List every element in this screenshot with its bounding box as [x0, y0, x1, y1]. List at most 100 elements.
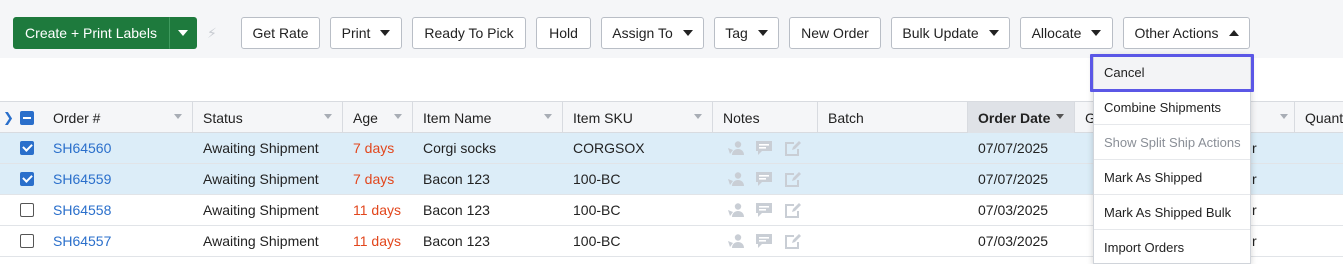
sort-caret-icon: [394, 114, 402, 119]
item-sku-cell: CORGSOX: [573, 140, 645, 156]
order-date-cell: 07/03/2025: [978, 233, 1049, 249]
assign-to-button[interactable]: Assign To: [601, 17, 704, 49]
column-header-order-date[interactable]: Order Date: [968, 102, 1075, 133]
other-actions-label: Other Actions: [1134, 25, 1219, 41]
order-number-link[interactable]: SH64560: [43, 133, 193, 163]
edit-note-icon[interactable]: [783, 233, 801, 249]
column-header-status[interactable]: Status: [193, 102, 343, 133]
customer-note-icon[interactable]: [727, 140, 745, 156]
select-all-cell: [12, 102, 43, 133]
column-label: Age: [353, 109, 378, 126]
toolbar: Create + Print Labels ⚡ Get Rate Print R…: [0, 0, 1343, 58]
row-checkbox[interactable]: [20, 172, 34, 186]
chevron-down-icon: [380, 30, 391, 36]
menu-item-label: Mark As Shipped Bulk: [1104, 204, 1232, 220]
tag-button[interactable]: Tag: [714, 17, 779, 49]
truncated-cell: r: [1252, 171, 1257, 187]
sort-desc-icon: [1056, 114, 1064, 119]
edit-note-icon[interactable]: [783, 171, 801, 187]
notes-icons: [727, 140, 801, 156]
item-name-cell: Corgi socks: [423, 140, 497, 156]
column-header-order[interactable]: Order #: [43, 102, 193, 133]
menu-item-mark-as-shipped[interactable]: Mark As Shipped: [1094, 160, 1250, 195]
column-label: Item Name: [423, 109, 492, 126]
row-checkbox[interactable]: [20, 141, 34, 155]
print-button[interactable]: Print: [330, 17, 402, 49]
new-order-button[interactable]: New Order: [789, 17, 881, 49]
sort-caret-icon: [324, 114, 332, 119]
get-rate-button[interactable]: Get Rate: [241, 17, 320, 49]
other-actions-button[interactable]: Other Actions: [1123, 17, 1250, 49]
internal-note-icon[interactable]: [755, 233, 773, 249]
item-sku-cell: 100-BC: [573, 233, 621, 249]
truncated-cell: r: [1252, 233, 1257, 249]
order-number-link[interactable]: SH64558: [43, 195, 193, 225]
ready-to-pick-button[interactable]: Ready To Pick: [412, 17, 526, 49]
row-select-cell: [12, 226, 43, 256]
menu-item-cancel[interactable]: Cancel: [1094, 55, 1250, 90]
ready-to-pick-label: Ready To Pick: [424, 25, 514, 41]
customer-note-icon[interactable]: [727, 202, 745, 218]
column-header-quantity[interactable]: Quant: [1295, 102, 1343, 133]
column-header-item-sku[interactable]: Item SKU: [563, 102, 713, 133]
column-header-age[interactable]: Age: [343, 102, 413, 133]
age-cell: 7 days: [353, 171, 395, 187]
customer-note-icon[interactable]: [727, 171, 745, 187]
notes-cell: [713, 195, 818, 225]
column-label: Quant: [1305, 109, 1343, 126]
order-date-cell: 07/07/2025: [978, 140, 1049, 156]
internal-note-icon[interactable]: [755, 171, 773, 187]
customer-note-icon[interactable]: [727, 233, 745, 249]
row-checkbox[interactable]: [20, 234, 34, 248]
column-header-notes[interactable]: Notes: [713, 102, 818, 133]
internal-note-icon[interactable]: [755, 140, 773, 156]
order-date-cell: 07/03/2025: [978, 202, 1049, 218]
column-label: Status: [203, 109, 243, 126]
get-rate-label: Get Rate: [252, 25, 309, 41]
bulk-update-button[interactable]: Bulk Update: [891, 17, 1010, 49]
batch-cell: [818, 133, 968, 163]
notes-cell: [713, 164, 818, 194]
internal-note-icon[interactable]: [755, 202, 773, 218]
sort-caret-icon: [1280, 114, 1288, 119]
select-all-checkbox[interactable]: [20, 110, 34, 125]
batch-cell: [818, 226, 968, 256]
truncated-cell: r: [1252, 140, 1257, 156]
allocate-button[interactable]: Allocate: [1020, 17, 1113, 49]
column-label: Notes: [723, 109, 760, 126]
status-cell: Awaiting Shipment: [203, 233, 319, 249]
hold-label: Hold: [549, 25, 578, 41]
menu-item-combine-shipments[interactable]: Combine Shipments: [1094, 90, 1250, 125]
notes-icons: [727, 202, 801, 218]
create-print-labels-dropdown-button[interactable]: [169, 17, 197, 49]
create-print-labels-button[interactable]: Create + Print Labels: [13, 17, 169, 49]
column-header-batch[interactable]: Batch: [818, 102, 968, 133]
notes-icons: [727, 233, 801, 249]
batch-cell: [818, 195, 968, 225]
sort-caret-icon: [694, 114, 702, 119]
item-sku-cell: 100-BC: [573, 202, 621, 218]
edit-note-icon[interactable]: [783, 202, 801, 218]
order-number-link[interactable]: SH64559: [43, 164, 193, 194]
menu-item-label: Mark As Shipped: [1104, 169, 1203, 185]
column-label: Batch: [828, 109, 864, 126]
row-select-cell: [12, 164, 43, 194]
menu-item-show-split-ship-actions[interactable]: Show Split Ship Actions: [1094, 125, 1250, 160]
print-label: Print: [341, 25, 371, 41]
assign-to-label: Assign To: [612, 25, 673, 41]
sort-caret-icon: [544, 114, 552, 119]
row-checkbox[interactable]: [20, 203, 34, 217]
column-header-item-name[interactable]: Item Name: [413, 102, 563, 133]
menu-item-mark-as-shipped-bulk[interactable]: Mark As Shipped Bulk: [1094, 195, 1250, 230]
hold-button[interactable]: Hold: [536, 17, 591, 49]
new-order-label: New Order: [801, 25, 869, 41]
column-label: Order #: [53, 109, 101, 126]
age-cell: 11 days: [353, 202, 401, 218]
order-number-link[interactable]: SH64557: [43, 226, 193, 256]
menu-item-import-orders[interactable]: Import Orders: [1094, 230, 1250, 264]
chevron-up-icon: [1228, 30, 1239, 36]
age-cell: 11 days: [353, 233, 401, 249]
column-label: Item SKU: [573, 109, 633, 126]
edit-note-icon[interactable]: [783, 140, 801, 156]
batch-cell: [818, 164, 968, 194]
